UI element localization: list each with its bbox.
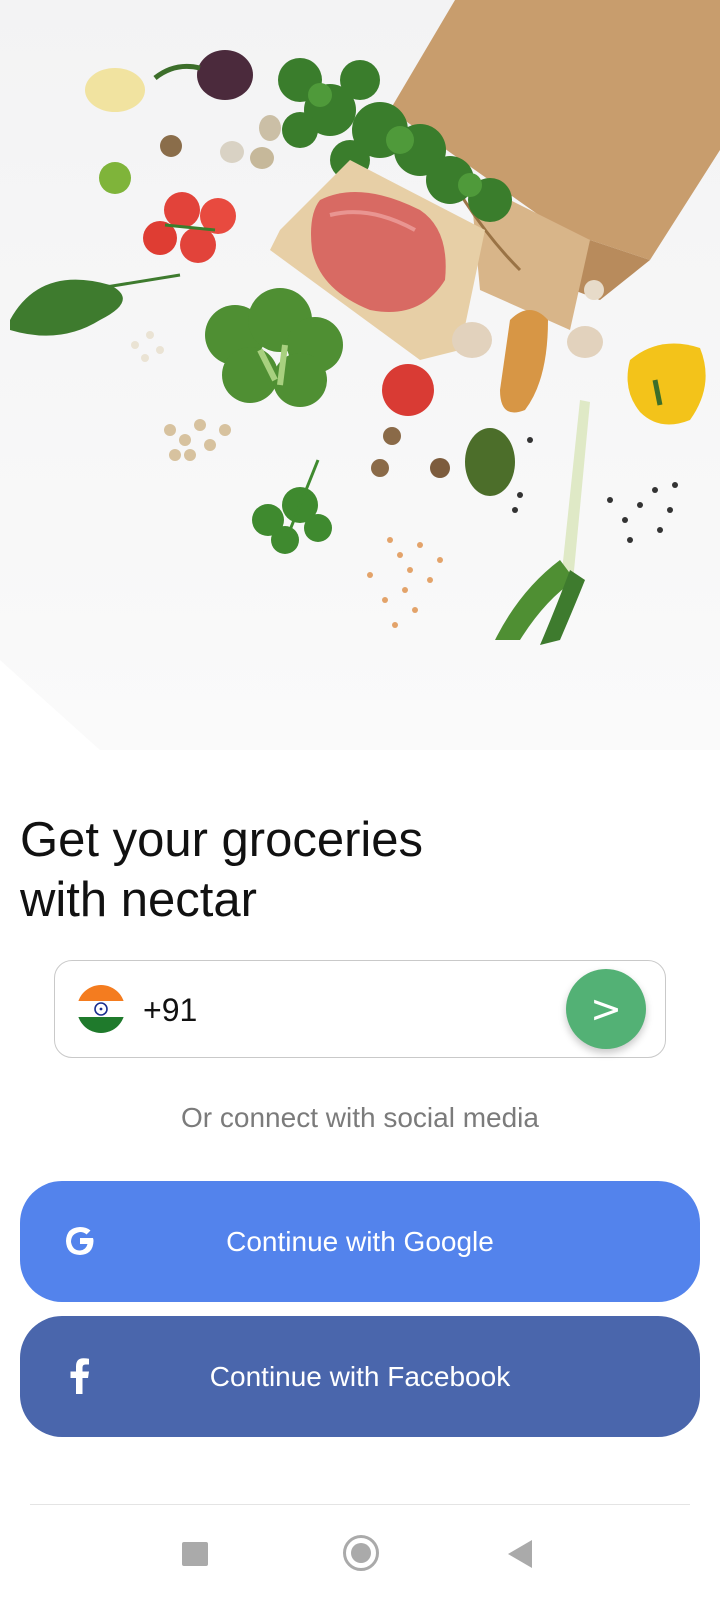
- facebook-f-icon: [70, 1358, 89, 1394]
- google-button-label: Continue with Google: [226, 1225, 494, 1257]
- next-button[interactable]: >: [566, 969, 646, 1049]
- home-icon[interactable]: [343, 1535, 379, 1571]
- phone-number-field[interactable]: +91 >: [54, 960, 666, 1058]
- page-title: Get your groceries with nectar: [20, 810, 580, 930]
- india-flag-icon[interactable]: [77, 985, 125, 1033]
- social-caption: Or connect with social media: [181, 1102, 539, 1133]
- onboarding-screen: Get your groceries with nectar +91 > Or …: [0, 0, 720, 1600]
- recent-apps-icon[interactable]: [182, 1542, 208, 1566]
- continue-with-facebook-button[interactable]: Continue with Facebook: [20, 1316, 700, 1437]
- back-icon[interactable]: [508, 1540, 532, 1568]
- system-navigation-bar: [0, 1505, 720, 1600]
- groceries-illustration: [0, 0, 720, 750]
- google-g-icon: [66, 1227, 94, 1255]
- country-dial-code[interactable]: +91: [143, 992, 197, 1029]
- chevron-right-icon: >: [590, 987, 622, 1031]
- page-title-line-2: with nectar: [20, 873, 257, 927]
- hero-image: [0, 0, 720, 750]
- continue-with-google-button[interactable]: Continue with Google: [20, 1181, 700, 1302]
- facebook-button-label: Continue with Facebook: [209, 1360, 511, 1392]
- page-title-line-1: Get your groceries: [20, 813, 424, 867]
